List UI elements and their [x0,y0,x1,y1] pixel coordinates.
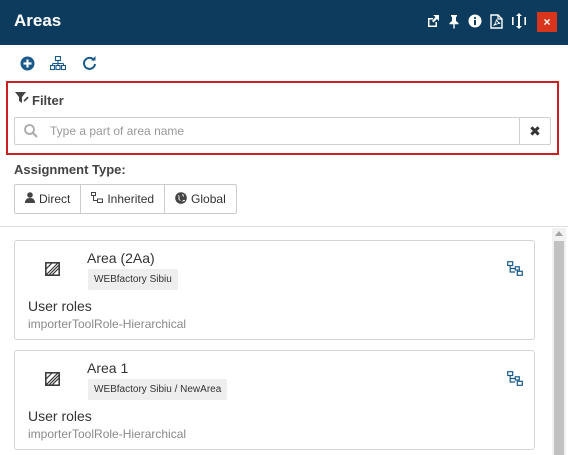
panel-title: Areas [14,11,62,30]
close-button[interactable]: × [537,12,557,32]
popout-icon[interactable] [424,12,442,30]
area-name: Area 1 [87,360,129,376]
area-icon [45,372,60,391]
filter-heading: Filter [15,92,64,108]
inherited-label: Inherited [107,192,155,206]
area-name: Area (2Aa) [87,250,155,266]
area-path-tag: WEBfactory Sibiu [88,269,178,290]
sitemap-icon [91,191,104,207]
global-button[interactable]: Global [164,184,237,214]
scrollbar-thumb[interactable] [554,241,564,455]
direct-label: Direct [39,192,71,206]
filter-label: Filter [32,92,64,108]
user-roles-value: importerToolRole-Hierarchical [28,317,187,331]
resize-icon[interactable] [510,12,528,30]
global-label: Global [191,192,226,206]
pdf-icon[interactable] [487,12,505,30]
area-card[interactable]: Area (2Aa) WEBfactory Sibiu User roles i… [14,240,535,340]
search-icon [24,124,38,143]
scroll-up-arrow-icon[interactable] [555,231,563,236]
area-icon [45,262,60,281]
header-bar: Areas × [0,0,568,45]
search-input[interactable] [50,122,510,140]
pin-icon[interactable] [445,12,463,30]
inherited-hierarchy-icon[interactable] [507,261,523,281]
assignment-type-group: Direct Inherited Global [14,184,237,214]
inherited-hierarchy-icon[interactable] [507,371,523,391]
search-field [14,117,520,145]
refresh-icon[interactable] [80,54,98,72]
hierarchy-icon[interactable] [49,54,67,72]
user-roles-title: User roles [28,408,92,424]
filter-icon [15,92,29,108]
inherited-button[interactable]: Inherited [80,184,166,214]
area-card[interactable]: Area 1 WEBfactory Sibiu / NewArea User r… [14,350,535,450]
section-divider [0,226,568,227]
assignment-type-label: Assignment Type: [14,162,126,177]
globe-icon [175,191,187,207]
user-roles-value: importerToolRole-Hierarchical [28,427,187,441]
user-icon [25,192,35,206]
user-roles-title: User roles [28,298,92,314]
info-icon[interactable] [466,12,484,30]
direct-button[interactable]: Direct [14,184,82,214]
add-icon[interactable] [18,54,36,72]
clear-filter-button[interactable]: ✖ [519,117,551,145]
area-path-tag: WEBfactory Sibiu / NewArea [88,379,228,400]
